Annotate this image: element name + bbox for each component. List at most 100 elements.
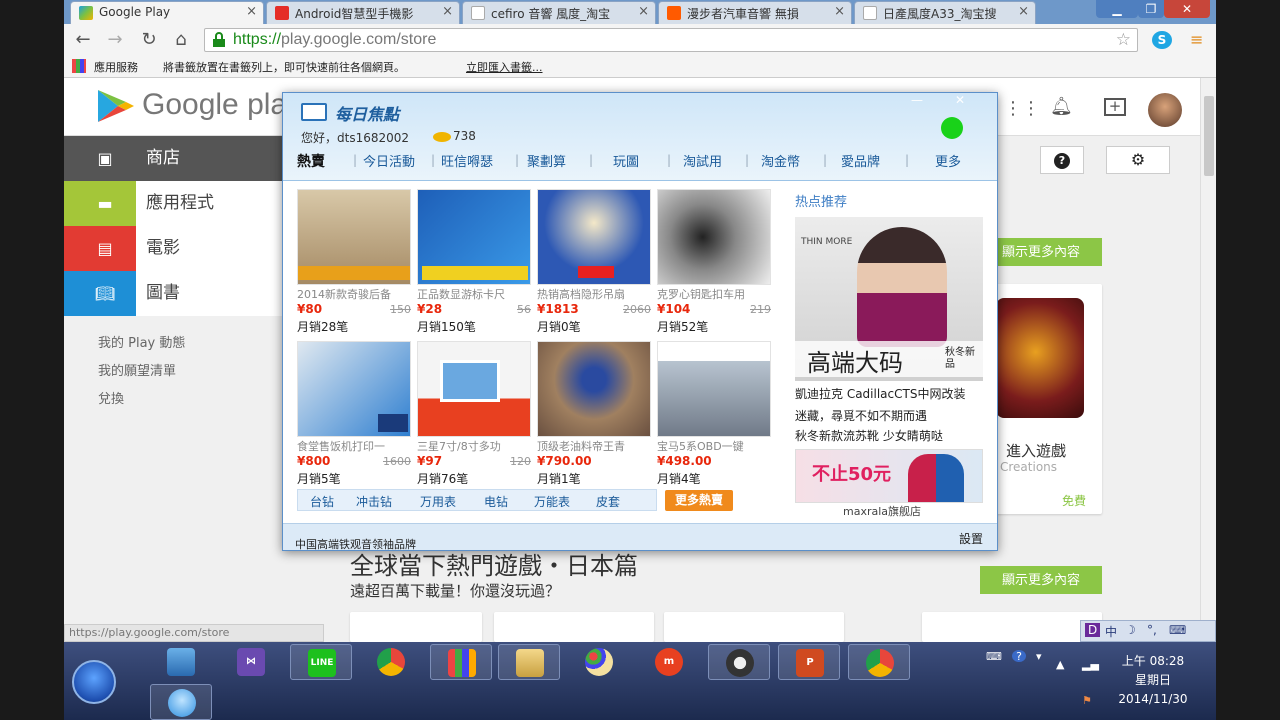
start-button[interactable] bbox=[72, 660, 116, 704]
halfwidth-icon[interactable]: ☽ bbox=[1125, 623, 1136, 637]
minimize-button[interactable]: ▁ bbox=[1096, 0, 1138, 18]
add-icon[interactable]: + bbox=[1104, 98, 1126, 116]
taskbar-line[interactable]: LINE bbox=[290, 644, 352, 680]
close-tab-icon[interactable]: × bbox=[246, 4, 257, 19]
punctuation-icon[interactable]: °, bbox=[1147, 623, 1157, 637]
tab-youtube[interactable]: Android智慧型手機影 × bbox=[266, 1, 460, 24]
ime-icon[interactable]: D bbox=[1085, 623, 1101, 637]
tab-hot-sale[interactable]: 熱賣 bbox=[297, 151, 325, 171]
sidebar-item-movies[interactable]: ▤ 電影 bbox=[64, 226, 282, 271]
network-signal-icon[interactable]: ▂▄ bbox=[1082, 658, 1099, 671]
taskbar-apps[interactable] bbox=[430, 644, 492, 680]
taskbar-paint[interactable] bbox=[568, 644, 630, 680]
tray-expand-icon[interactable]: ▾ bbox=[1036, 650, 1050, 663]
show-more-button[interactable]: 顯示更多內容 bbox=[980, 238, 1102, 266]
my-play-activity-link[interactable]: 我的 Play 動態 bbox=[98, 332, 185, 351]
tab-trial[interactable]: 淘試用 bbox=[683, 151, 722, 170]
forward-icon[interactable]: → bbox=[104, 29, 126, 51]
ad-link[interactable]: 迷藏，尋覓不如不期而遇 bbox=[795, 407, 927, 424]
close-tab-icon[interactable]: × bbox=[834, 4, 845, 19]
taskbar-powerpoint[interactable]: P bbox=[778, 644, 840, 680]
chinese-mode-icon[interactable]: 中 bbox=[1105, 623, 1117, 640]
fashion-ad[interactable]: THIN MORE 高端大码 秋冬新品 bbox=[795, 217, 983, 381]
system-clock[interactable]: 上午 08:28 星期日 2014/11/30 bbox=[1108, 652, 1198, 709]
scrollbar-thumb[interactable] bbox=[1204, 96, 1214, 176]
sidebar-item-apps[interactable]: ▬ 應用程式 bbox=[64, 181, 282, 226]
avatar[interactable] bbox=[1148, 93, 1182, 127]
product-card[interactable]: 克罗心钥匙扣车用 ¥104 219 月销52笔 bbox=[657, 189, 771, 335]
tab-taobao-audio[interactable]: 漫步者汽車音響 無損 × bbox=[658, 1, 852, 24]
keyboard-tray-icon[interactable]: ⌨ bbox=[986, 650, 1002, 663]
taskbar-visual-studio[interactable]: ⋈ bbox=[220, 644, 282, 680]
sidebar-item-store[interactable]: ▣ 商店 bbox=[64, 136, 282, 181]
close-tab-icon[interactable]: × bbox=[638, 4, 649, 19]
ad-link[interactable]: 秋冬新款流苏靴 少女睛萌哒 bbox=[795, 427, 943, 444]
tab-cefiro[interactable]: cefiro 音響 風度_淘宝 × bbox=[462, 1, 656, 24]
more-hot-button[interactable]: 更多熱賣 bbox=[665, 490, 733, 511]
product-card[interactable]: 热销高档隐形吊扇 ¥1813 2060 月销0笔 bbox=[537, 189, 651, 335]
taskbar-chrome-2[interactable] bbox=[848, 644, 910, 680]
product-card[interactable]: 宝马5系OBD一键 ¥498.00 月销4笔 bbox=[657, 341, 771, 487]
product-card[interactable]: 三星7寸/8寸多功 ¥97 120 月销76笔 bbox=[417, 341, 531, 487]
help-button[interactable]: ? bbox=[1040, 146, 1084, 174]
apps-grid-icon[interactable]: ⋮⋮ bbox=[1004, 98, 1040, 119]
star-icon[interactable]: ☆ bbox=[1116, 29, 1131, 51]
category-link[interactable]: 台钻 bbox=[310, 493, 334, 510]
ad-link[interactable]: 凱迪拉克 CadillacCTS中网改装 bbox=[795, 385, 965, 402]
keyboard-icon[interactable]: ⌨ bbox=[1169, 623, 1186, 637]
product-card[interactable]: 2014新款奇骏后备 ¥80 150 月销28笔 bbox=[297, 189, 411, 335]
bell-icon[interactable]: 🔔︎ bbox=[1050, 96, 1073, 117]
back-icon[interactable]: ← bbox=[72, 29, 94, 51]
taskbar-explorer[interactable] bbox=[498, 644, 560, 680]
close-window-button[interactable]: ✕ bbox=[1164, 0, 1210, 18]
app-card[interactable] bbox=[664, 612, 844, 642]
tab-today-events[interactable]: 今日活動 bbox=[363, 151, 415, 170]
action-center-flag-icon[interactable]: ⚑ bbox=[1082, 694, 1096, 707]
app-card[interactable] bbox=[494, 612, 654, 642]
redeem-link[interactable]: 兌換 bbox=[98, 388, 124, 407]
restore-button[interactable]: ❐ bbox=[1138, 0, 1164, 18]
tab-gold-coins[interactable]: 淘金幣 bbox=[761, 151, 800, 170]
help-tray-icon[interactable]: ? bbox=[1012, 650, 1026, 663]
wishlist-link[interactable]: 我的願望清單 bbox=[98, 360, 176, 379]
settings-link[interactable]: 設置 bbox=[959, 530, 983, 547]
taskbar-video[interactable] bbox=[708, 644, 770, 680]
category-link[interactable]: 万能表 bbox=[534, 493, 570, 510]
product-card[interactable]: 食堂售饭机打印一 ¥800 1600 月销5笔 bbox=[297, 341, 411, 487]
tab-wangxin[interactable]: 旺信嘚瑟 bbox=[441, 151, 493, 170]
category-link[interactable]: 电钻 bbox=[484, 493, 508, 510]
address-bar[interactable]: https://play.google.com/store ☆ bbox=[204, 28, 1138, 52]
app-card[interactable] bbox=[350, 612, 482, 642]
skype-icon[interactable]: S bbox=[1152, 31, 1172, 49]
taskbar-chrome[interactable] bbox=[360, 644, 422, 680]
popup-close-button[interactable]: ✕ bbox=[955, 93, 965, 107]
footer-ad-text[interactable]: 中国高端铁观音领袖品牌 bbox=[295, 536, 416, 550]
taskbar-network-app[interactable] bbox=[150, 644, 212, 680]
sidebar-item-books[interactable]: 📖︎ 圖書 bbox=[64, 271, 282, 316]
close-tab-icon[interactable]: × bbox=[1018, 4, 1029, 19]
tab-google-play[interactable]: Google Play × bbox=[70, 1, 264, 24]
game-card[interactable]: 進入遊戲 Creations 免費 bbox=[980, 284, 1102, 514]
tab-juhuasuan[interactable]: 聚劃算 bbox=[527, 151, 566, 170]
tab-more[interactable]: 更多 bbox=[935, 151, 961, 170]
tab-play-pics[interactable]: 玩圖 bbox=[613, 151, 639, 170]
taskbar-chat-app[interactable] bbox=[150, 684, 212, 720]
category-link[interactable]: 皮套 bbox=[596, 493, 620, 510]
show-hidden-icons[interactable]: ▲ bbox=[1056, 658, 1070, 671]
page-scrollbar[interactable] bbox=[1200, 78, 1216, 642]
apps-link[interactable]: 應用服務 bbox=[94, 59, 138, 75]
product-card[interactable]: 顶级老油料帝王青 ¥790.00 月销1笔 bbox=[537, 341, 651, 487]
import-bookmarks-link[interactable]: 立即匯入書籤... bbox=[466, 59, 543, 75]
app-card[interactable] bbox=[922, 612, 1102, 642]
taskbar-media[interactable]: m bbox=[638, 644, 700, 680]
small-ad[interactable]: 不止50元 bbox=[795, 449, 983, 503]
show-more-button-2[interactable]: 顯示更多內容 bbox=[980, 566, 1102, 594]
close-tab-icon[interactable]: × bbox=[442, 4, 453, 19]
product-card[interactable]: 正品数显游标卡尺 ¥28 56 月销150笔 bbox=[417, 189, 531, 335]
category-link[interactable]: 万用表 bbox=[420, 493, 456, 510]
tab-nissan[interactable]: 日產風度A33_淘宝搜 × bbox=[854, 1, 1036, 24]
category-link[interactable]: 冲击钻 bbox=[356, 493, 392, 510]
popup-minimize-button[interactable]: — bbox=[911, 93, 923, 107]
home-icon[interactable]: ⌂ bbox=[170, 29, 192, 51]
reload-icon[interactable]: ↻ bbox=[138, 29, 160, 51]
